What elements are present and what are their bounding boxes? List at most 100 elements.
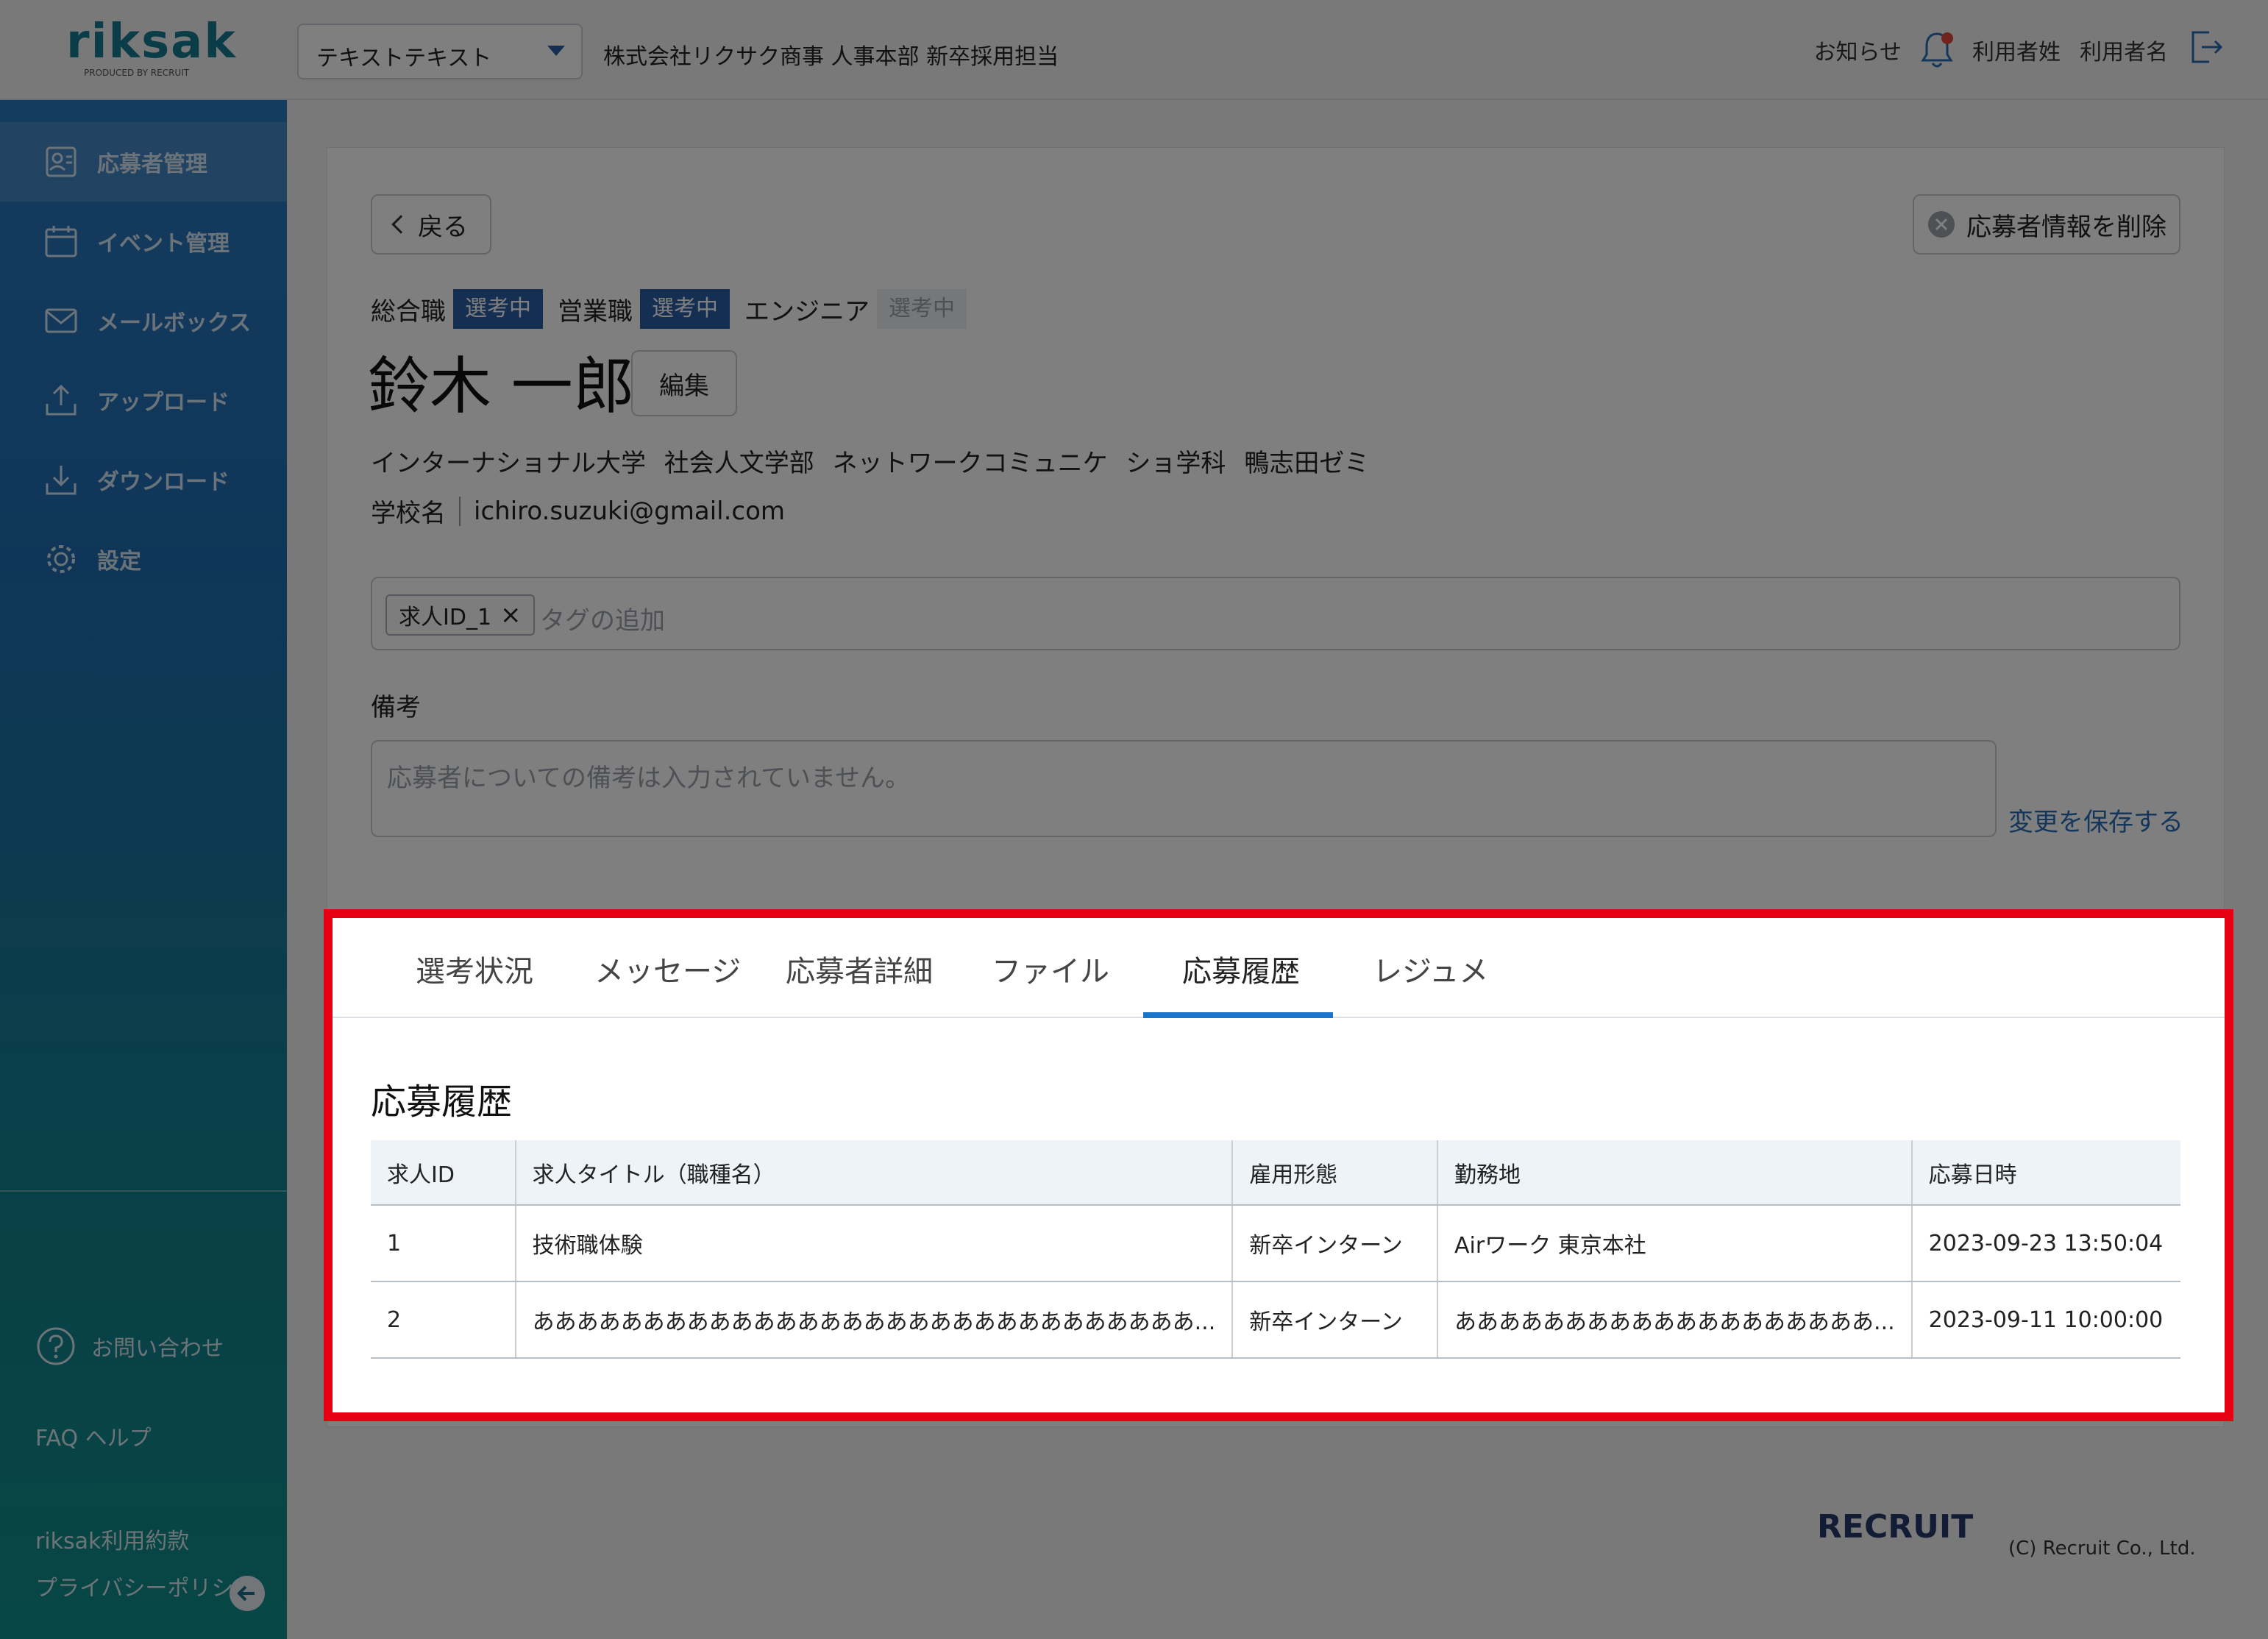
table-header-row: 求人ID 求人タイトル（職種名） 雇用形態 勤務地 応募日時 [371,1140,2180,1206]
tag-chip[interactable]: 求人ID_1 × [385,594,535,636]
header-right: お知らせ 利用者姓 利用者名 [1814,28,2224,72]
status-badge: 選考中 [640,289,730,329]
remove-tag-icon[interactable]: × [500,600,522,630]
mail-icon [43,302,79,339]
upload-icon [43,382,79,419]
user-first-name: 利用者名 [2080,40,2168,65]
tab-application-history[interactable]: 応募履歴 [1182,948,1300,990]
company-select[interactable]: テキストテキスト [297,24,583,79]
sidebar-item-label: 応募者管理 [97,152,207,177]
riksak-logo[interactable]: riksak PRODUCED BY RECRUIT [66,15,237,90]
tag-input[interactable]: 求人ID_1 × タグの追加 [371,577,2180,650]
question-icon [37,1327,75,1365]
chevron-down-icon [547,46,565,56]
cell-employment-type: 新卒インターン [1232,1281,1439,1359]
sidebar-item-upload[interactable]: アップロード [0,360,287,440]
job-name: エンジニア [744,296,870,327]
delete-applicant-button[interactable]: 応募者情報を削除 [1913,194,2180,255]
memo-label: 備考 [371,693,421,722]
save-changes-link[interactable]: 変更を保存する [2008,802,2183,838]
sidebar-item-download[interactable]: ダウンロード [0,440,287,519]
sidebar-item-events[interactable]: イベント管理 [0,202,287,281]
logo-produced-by: PRODUCED BY RECRUIT [84,68,190,78]
terms-link[interactable]: riksak利用約款 [35,1523,189,1555]
logo-wordmark: riksak [66,15,237,69]
contact-label: お問い合わせ [91,1336,224,1362]
sidebar-item-label: 設定 [97,549,141,575]
status-badge: 選考中 [453,289,543,329]
recruit-logo: RECRUIT [1817,1508,1974,1546]
history-table: 求人ID 求人タイトル（職種名） 雇用形態 勤務地 応募日時 1 技術職体験 新… [371,1140,2180,1359]
cell-applied-at: 2023-09-11 10:00:00 [1911,1281,2180,1359]
column-header: 求人タイトル（職種名） [515,1140,1234,1206]
delete-label: 応募者情報を削除 [1966,212,2166,242]
column-header: 応募日時 [1911,1140,2180,1206]
privacy-link[interactable]: プライバシーポリシー [35,1570,255,1602]
edit-button[interactable]: 編集 [631,350,737,416]
column-header: 求人ID [371,1140,516,1206]
sidebar-item-label: イベント管理 [97,231,230,257]
company-select-value: テキストテキスト [316,46,492,71]
applicant-icon [43,143,79,180]
active-tab-indicator [1143,1012,1333,1018]
sidebar-item-applicants[interactable]: 応募者管理 [0,122,287,202]
sidebar-item-settings[interactable]: 設定 [0,519,287,599]
notification-dot [1941,32,1953,44]
job-status-row: 総合職 選考中 営業職 選考中 エンジニア 選考中 [371,288,981,330]
collapse-sidebar-icon[interactable] [228,1574,266,1613]
cell-location: Airワーク 東京本社 [1437,1205,1913,1282]
sidebar-divider [0,1190,287,1192]
cell-job-title: ああああああああああああああああああああああああああああああ... [515,1281,1234,1359]
cell-employment-type: 新卒インターン [1232,1205,1439,1282]
logout-icon[interactable] [2187,28,2224,72]
email[interactable]: ichiro.suzuki@gmail.com [474,497,785,526]
job-name: 総合職 [371,296,446,327]
education-info: インターナショナル大学 社会人文学部 ネットワークコミュニケ ショ学科 鴨志田ゼ… [371,449,1370,478]
sidebar-nav: 応募者管理 イベント管理 メールボックス アップロード ダウンロード 設定 [0,100,287,599]
job-name: 営業職 [558,296,633,327]
user-last-name: 利用者姓 [1972,40,2061,65]
tab-files[interactable]: ファイル [992,948,1109,990]
back-button[interactable]: 戻る [371,194,491,255]
table-row[interactable]: 1 技術職体験 新卒インターン Airワーク 東京本社 2023-09-23 1… [371,1205,2180,1282]
applicant-name: 鈴木 一郎 [368,350,635,422]
school-label: 学校名 [371,499,446,528]
sidebar-item-label: ダウンロード [97,469,230,495]
column-header: 雇用形態 [1232,1140,1439,1206]
download-icon [43,461,79,498]
memo-placeholder: 応募者についての備考は入力されていません。 [387,764,910,793]
cell-job-id: 2 [371,1281,516,1359]
top-header: riksak PRODUCED BY RECRUIT テキストテキスト 株式会社… [0,0,2268,100]
tag-placeholder: タグの追加 [540,606,665,636]
status-badge: 選考中 [877,289,967,329]
tab-bar: 選考状況 メッセージ 応募者詳細 ファイル 応募履歴 レジュメ [333,918,2225,1018]
sidebar-item-mailbox[interactable]: メールボックス [0,281,287,360]
table-row[interactable]: 2 ああああああああああああああああああああああああああああああ... 新卒イン… [371,1281,2180,1359]
history-panel-highlight: 選考状況 メッセージ 応募者詳細 ファイル 応募履歴 レジュメ 応募履歴 求人I… [324,909,2233,1421]
cell-job-title: 技術職体験 [515,1205,1234,1282]
contact-link[interactable]: お問い合わせ [35,1326,224,1367]
tab-messages[interactable]: メッセージ [594,948,741,990]
sidebar-item-label: アップロード [97,390,230,416]
bell-icon[interactable] [1921,31,1953,69]
cell-job-id: 1 [371,1205,516,1282]
history-title: 応募履歴 [371,1081,513,1123]
column-header: 勤務地 [1437,1140,1913,1206]
department-label: 株式会社リクサク商事 人事本部 新卒採用担当 [603,44,1059,70]
close-circle-icon [1928,211,1955,238]
tab-resume[interactable]: レジュメ [1373,948,1488,990]
cell-applied-at: 2023-09-23 13:50:04 [1911,1205,2180,1282]
tag-chip-label: 求人ID_1 [399,605,492,630]
divider [459,496,461,526]
tab-selection-status[interactable]: 選考状況 [416,948,533,990]
contact-row: 学校名 ichiro.suzuki@gmail.com [371,493,785,529]
calendar-icon [43,223,79,260]
memo-textarea[interactable]: 応募者についての備考は入力されていません。 [371,740,1997,837]
chevron-left-icon [391,215,410,234]
notice-link[interactable]: お知らせ [1814,34,1902,66]
tab-applicant-details[interactable]: 応募者詳細 [786,948,933,990]
faq-link[interactable]: FAQ ヘルプ [35,1420,152,1452]
gear-icon [43,541,79,577]
sidebar-item-label: メールボックス [97,310,252,336]
sidebar: 応募者管理 イベント管理 メールボックス アップロード ダウンロード 設定 お問… [0,100,287,1639]
